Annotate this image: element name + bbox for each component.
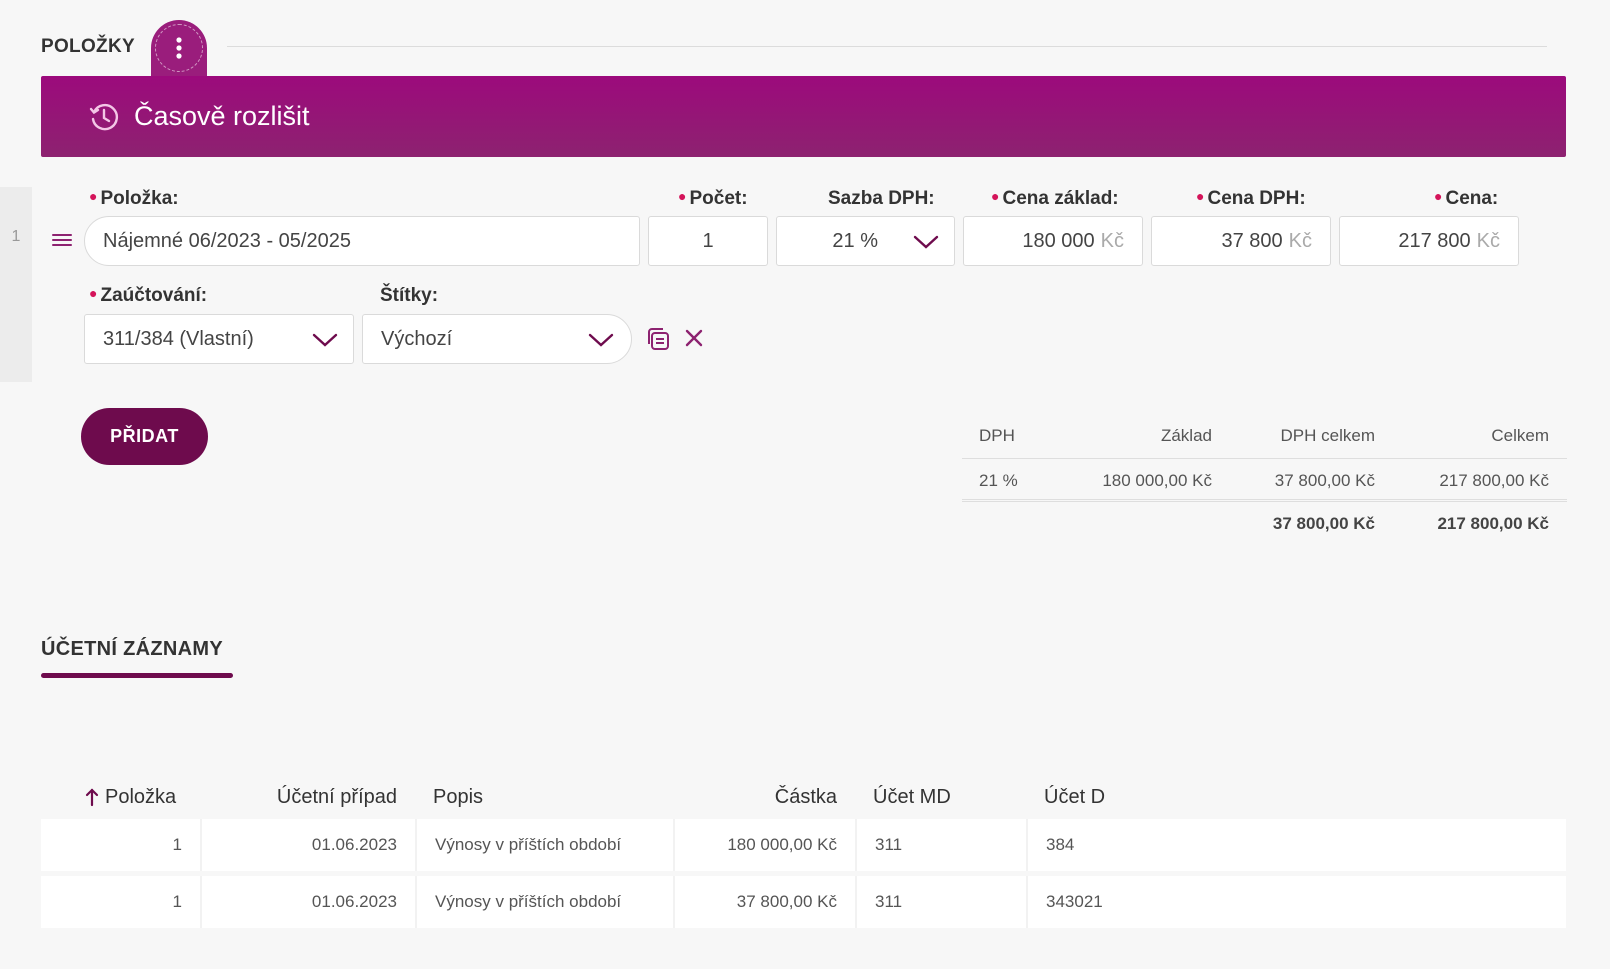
entries-header-ucetni-pripad[interactable]: Účetní případ [200, 775, 415, 819]
summary-header-dph-celkem: DPH celkem [1280, 426, 1375, 445]
banner-label: Časově rozlišit [134, 101, 310, 131]
quantity-input[interactable]: 1 [648, 216, 768, 266]
tags-select[interactable]: Výchozí [362, 314, 632, 364]
item-name-input[interactable]: Nájemné 06/2023 - 05/2025 [84, 216, 640, 266]
entries-header-row: Položka Účetní případ Popis Částka Účet … [41, 775, 1566, 819]
accounting-select[interactable]: 311/384 (Vlastní) [84, 314, 354, 364]
cell-popis: Výnosy v příštích období [415, 819, 673, 871]
cell-ucet-d: 384 [1026, 819, 1566, 871]
chevron-down-icon [312, 333, 338, 347]
active-tab-indicator [41, 673, 233, 678]
cell-castka: 180 000,00 Kč [673, 819, 855, 871]
entries-header-castka[interactable]: Částka [673, 775, 855, 819]
vat-rate-select[interactable]: 21 % [776, 216, 955, 266]
close-icon [685, 329, 703, 347]
summary-cell-dph-celkem: 37 800,00 Kč [1274, 471, 1375, 490]
summary-header-row: DPH Základ DPH celkem Celkem [962, 414, 1567, 458]
kebab-menu-icon [176, 37, 182, 59]
summary-total-celkem: 217 800,00 Kč [1437, 514, 1549, 533]
entries-header-popis[interactable]: Popis [415, 775, 673, 819]
cell-ucetni-pripad: 01.06.2023 [200, 819, 415, 871]
entries-header-ucet-d[interactable]: Účet D [1026, 775, 1566, 819]
add-item-button[interactable]: PŘIDAT [81, 408, 208, 465]
sort-ascending-icon [85, 787, 99, 807]
cell-popis: Výnosy v příštích období [415, 876, 673, 928]
label-zauctovani: ● Zaúčtování: [89, 285, 208, 306]
summary-header-zaklad: Základ [1160, 426, 1212, 445]
entries-header-polozka[interactable]: Položka [41, 775, 200, 819]
label-cena-dph: ● Cena DPH: [1196, 188, 1306, 209]
table-row[interactable]: 1 01.06.2023 Výnosy v příštích období 18… [41, 819, 1566, 871]
section-divider [227, 46, 1547, 47]
section-menu-tab [151, 20, 207, 76]
section-menu-button[interactable] [155, 24, 203, 72]
row-gutter [0, 187, 32, 382]
section-title: POLOŽKY [41, 36, 135, 57]
chevron-down-icon [588, 333, 614, 347]
clock-history-icon [88, 101, 120, 133]
summary-header-celkem: Celkem [1491, 426, 1549, 445]
chevron-down-icon [913, 235, 939, 249]
accrual-banner-button[interactable]: Časově rozlišit [41, 76, 1566, 157]
cell-ucetni-pripad: 01.06.2023 [200, 876, 415, 928]
remove-item-button[interactable] [684, 328, 704, 348]
cell-ucet-md: 311 [855, 819, 1026, 871]
cell-castka: 37 800,00 Kč [673, 876, 855, 928]
entries-header-ucet-md[interactable]: Účet MD [855, 775, 1026, 819]
label-cena-zaklad: ● Cena základ: [991, 188, 1119, 209]
total-price-input[interactable]: 217 800 Kč [1339, 216, 1519, 266]
label-pocet: ● Počet: [678, 188, 748, 209]
tab-ucetni-zaznamy[interactable]: ÚČETNÍ ZÁZNAMY [41, 638, 223, 661]
cell-polozka: 1 [172, 892, 182, 911]
summary-header-dph: DPH [979, 426, 1015, 445]
accounting-entries-table: Položka Účetní případ Popis Částka Účet … [41, 775, 1566, 933]
summary-total-row: 37 800,00 Kč 217 800,00 Kč [962, 502, 1567, 546]
label-cena: ● Cena: [1434, 188, 1499, 209]
row-number: 1 [11, 228, 21, 245]
label-stitky: Štítky: [380, 285, 439, 306]
vat-price-input[interactable]: 37 800 Kč [1151, 216, 1331, 266]
label-polozka: ● Položka: [89, 188, 179, 209]
summary-cell-dph: 21 % [979, 471, 1018, 490]
summary-row: 21 % 180 000,00 Kč 37 800,00 Kč 217 800,… [962, 458, 1567, 502]
cell-polozka: 1 [172, 835, 182, 854]
section-header: POLOŽKY [41, 20, 1547, 76]
duplicate-item-button[interactable] [645, 326, 671, 352]
drag-handle-icon[interactable] [52, 232, 74, 248]
summary-cell-celkem: 217 800,00 Kč [1439, 471, 1549, 490]
table-row[interactable]: 1 01.06.2023 Výnosy v příštích období 37… [41, 876, 1566, 928]
summary-cell-zaklad: 180 000,00 Kč [1102, 471, 1212, 490]
cell-ucet-d: 343021 [1026, 876, 1566, 928]
cell-ucet-md: 311 [855, 876, 1026, 928]
vat-summary-table: DPH Základ DPH celkem Celkem 21 % 180 00… [962, 414, 1567, 546]
copy-icon [648, 328, 669, 350]
summary-total-dph-celkem: 37 800,00 Kč [1272, 514, 1375, 533]
label-sazba-dph: Sazba DPH: [828, 188, 935, 209]
base-price-input[interactable]: 180 000 Kč [963, 216, 1143, 266]
